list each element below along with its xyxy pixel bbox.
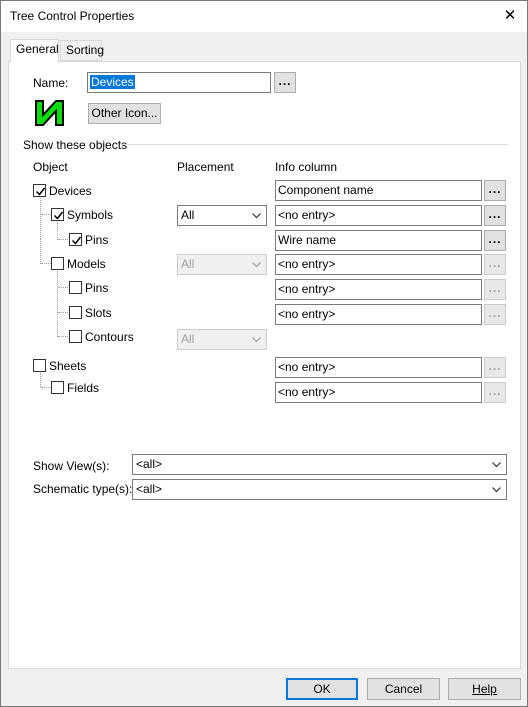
show-views-value: <all> — [136, 457, 163, 471]
tree-line — [41, 263, 51, 264]
chevron-down-icon — [252, 337, 261, 343]
fields-checkbox[interactable] — [51, 381, 64, 394]
fields-info-field[interactable]: <no entry> — [275, 382, 482, 403]
help-button[interactable]: Help — [448, 678, 521, 700]
models-placement-value: All — [181, 257, 195, 271]
symbols-info-browse-button[interactable]: ... — [484, 205, 506, 226]
other-icon-button[interactable]: Other Icon... — [88, 103, 161, 124]
slots-info-browse-button[interactable]: ... — [484, 304, 506, 325]
fields-label: Fields — [67, 381, 100, 395]
symbols-info-field[interactable]: <no entry> — [275, 205, 482, 226]
tree-line — [58, 287, 68, 288]
title-bar: Tree Control Properties ✕ — [1, 1, 527, 32]
name-input-value: Devices — [90, 75, 135, 89]
ok-button[interactable]: OK — [286, 678, 358, 700]
tab-sorting[interactable]: Sorting — [60, 40, 104, 61]
tree-line — [41, 214, 51, 215]
sheets-label: Sheets — [49, 359, 87, 373]
devices-info-field[interactable]: Component name — [275, 180, 482, 201]
name-label: Name: — [33, 76, 69, 90]
sheets-checkbox[interactable] — [33, 359, 46, 372]
model-pins-label: Pins — [85, 281, 109, 295]
models-info-browse-button[interactable]: ... — [484, 254, 506, 275]
window-title: Tree Control Properties — [10, 9, 135, 23]
sheets-info-browse-button[interactable]: ... — [484, 357, 506, 378]
model-pins-checkbox[interactable] — [69, 281, 82, 294]
model-pins-info-browse-button[interactable]: ... — [484, 279, 506, 300]
slots-label: Slots — [85, 306, 112, 320]
symbols-placement-select[interactable]: All — [177, 205, 267, 226]
schematic-type-value: <all> — [136, 482, 163, 496]
slots-checkbox[interactable] — [69, 306, 82, 319]
symbol-pins-info-browse-button[interactable]: ... — [484, 230, 506, 251]
contours-placement-value: All — [181, 332, 195, 346]
cancel-button[interactable]: Cancel — [367, 678, 440, 700]
dialog-window: Tree Control Properties ✕ General Sortin… — [0, 0, 528, 707]
models-checkbox[interactable] — [51, 257, 64, 270]
models-placement-select[interactable]: All — [177, 254, 267, 275]
symbol-pins-info-field[interactable]: Wire name — [275, 230, 482, 251]
devices-checkbox[interactable] — [33, 184, 46, 197]
green-lightning-icon — [34, 97, 66, 129]
close-button[interactable]: ✕ — [499, 6, 521, 26]
tree-line — [40, 198, 41, 239]
fields-info-browse-button[interactable]: ... — [484, 382, 506, 403]
tree-line — [57, 222, 58, 240]
group-title: Show these objects — [23, 138, 128, 152]
show-views-label: Show View(s): — [33, 459, 110, 473]
symbols-label: Symbols — [67, 208, 114, 222]
models-label: Models — [67, 257, 106, 271]
contours-placement-select[interactable]: All — [177, 329, 267, 350]
group-divider — [122, 144, 508, 145]
name-input[interactable]: Devices — [87, 72, 271, 93]
model-pins-info-field[interactable]: <no entry> — [275, 279, 482, 300]
symbol-pins-checkbox[interactable] — [69, 233, 82, 246]
schematic-type-select[interactable]: <all> — [132, 479, 507, 500]
show-views-select[interactable]: <all> — [132, 454, 507, 475]
devices-info-browse-button[interactable]: ... — [484, 180, 506, 201]
schematic-type-label: Schematic type(s): — [33, 482, 133, 496]
slots-info-field[interactable]: <no entry> — [275, 304, 482, 325]
tree-line — [58, 312, 68, 313]
tree-line — [41, 387, 51, 388]
tree-line — [58, 239, 68, 240]
tree-line — [40, 373, 41, 387]
contours-checkbox[interactable] — [69, 330, 82, 343]
symbols-placement-value: All — [181, 208, 195, 222]
contours-label: Contours — [85, 330, 134, 344]
chevron-down-icon — [252, 213, 261, 219]
chevron-down-icon — [252, 262, 261, 268]
symbols-checkbox[interactable] — [51, 208, 64, 221]
tree-line — [58, 336, 68, 337]
sheets-info-field[interactable]: <no entry> — [275, 357, 482, 378]
tree-line — [57, 271, 58, 337]
models-info-field[interactable]: <no entry> — [275, 254, 482, 275]
devices-label: Devices — [49, 184, 92, 198]
chevron-down-icon — [492, 462, 501, 468]
header-placement: Placement — [177, 160, 234, 174]
header-object: Object — [33, 160, 68, 174]
header-info-column: Info column — [275, 160, 338, 174]
chevron-down-icon — [492, 487, 501, 493]
name-browse-button[interactable]: ... — [274, 72, 296, 93]
tab-general[interactable]: General — [10, 39, 59, 63]
symbol-pins-label: Pins — [85, 233, 109, 247]
tree-line — [40, 239, 41, 264]
